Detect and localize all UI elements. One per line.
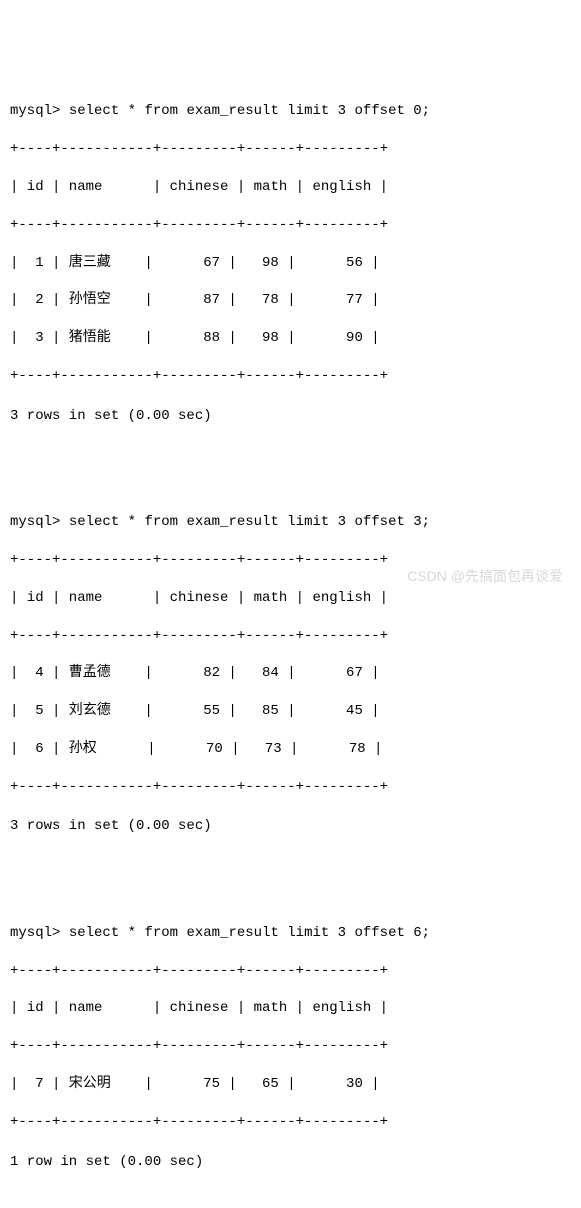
query-block-0: mysql> select * from exam_result limit 3… [10, 84, 571, 445]
sql-query: select * from exam_result limit 3 offset… [69, 925, 430, 941]
sql-query: select * from exam_result limit 3 offset… [69, 103, 430, 119]
query-block-2: mysql> select * from exam_result limit 3… [10, 905, 571, 1190]
query-block-1: mysql> select * from exam_result limit 3… [10, 494, 571, 855]
table-row: | 6 | 孙权 | 70 | 73 | 78 | [10, 740, 571, 759]
table-header: | id | name | chinese | math | english | [10, 178, 571, 197]
mysql-prompt: mysql> [10, 925, 60, 941]
prompt-line: mysql> select * from exam_result limit 3… [10, 102, 571, 121]
result-summary: 3 rows in set (0.00 sec) [10, 817, 571, 836]
table-row: | 7 | 宋公明 | 75 | 65 | 30 | [10, 1075, 571, 1094]
table-row: | 2 | 孙悟空 | 87 | 78 | 77 | [10, 291, 571, 310]
result-summary: 3 rows in set (0.00 sec) [10, 407, 571, 426]
prompt-line: mysql> select * from exam_result limit 3… [10, 513, 571, 532]
table-row: | 5 | 刘玄德 | 55 | 85 | 45 | [10, 702, 571, 721]
table-row: | 1 | 唐三藏 | 67 | 98 | 56 | [10, 254, 571, 273]
table-border-bottom: +----+-----------+---------+------+-----… [10, 367, 571, 386]
table-row: | 4 | 曹孟德 | 82 | 84 | 67 | [10, 664, 571, 683]
table-border-mid: +----+-----------+---------+------+-----… [10, 1037, 571, 1056]
table-header: | id | name | chinese | math | english | [10, 589, 571, 608]
table-border-top: +----+-----------+---------+------+-----… [10, 140, 571, 159]
table-border-bottom: +----+-----------+---------+------+-----… [10, 1113, 571, 1132]
table-border-top: +----+-----------+---------+------+-----… [10, 962, 571, 981]
table-border-mid: +----+-----------+---------+------+-----… [10, 627, 571, 646]
table-border-bottom: +----+-----------+---------+------+-----… [10, 778, 571, 797]
table-row: | 3 | 猪悟能 | 88 | 98 | 90 | [10, 329, 571, 348]
sql-query: select * from exam_result limit 3 offset… [69, 514, 430, 530]
watermark-text: CSDN @先搞面包再谈爱 [407, 567, 563, 586]
table-header: | id | name | chinese | math | english | [10, 999, 571, 1018]
result-summary: 1 row in set (0.00 sec) [10, 1153, 571, 1172]
mysql-prompt: mysql> [10, 514, 60, 530]
mysql-prompt: mysql> [10, 103, 60, 119]
prompt-line: mysql> select * from exam_result limit 3… [10, 924, 571, 943]
table-border-mid: +----+-----------+---------+------+-----… [10, 216, 571, 235]
